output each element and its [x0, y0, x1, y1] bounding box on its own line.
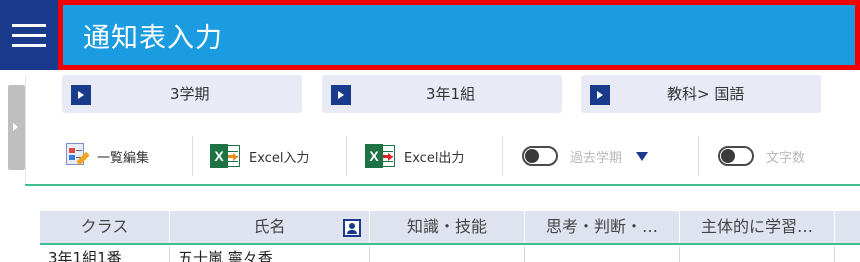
past-term-toggle[interactable]	[522, 146, 558, 166]
term-selector[interactable]: 3学期	[62, 75, 302, 113]
class-selector[interactable]: 3年1組	[322, 75, 562, 113]
excel-import-icon: X	[210, 142, 242, 170]
list-edit-label: 一覧編集	[97, 150, 150, 166]
page-title: 通知表入力	[83, 22, 223, 54]
toolbar-divider	[698, 136, 699, 176]
person-icon[interactable]	[343, 219, 361, 237]
toolbar-divider	[346, 136, 347, 176]
excel-input-label: Excel入力	[249, 150, 310, 166]
toolbar-divider	[502, 136, 503, 176]
play-icon	[71, 85, 91, 105]
app-root: 通知表入力 3学期 3年1組 教科> 国語 一覧編集 X Excel入力 X E…	[0, 0, 860, 262]
hamburger-menu-icon[interactable]	[0, 0, 58, 70]
table-row[interactable]: 3年1組1番 五十嵐 寧々香	[40, 247, 860, 262]
list-edit-icon	[64, 142, 90, 170]
subject-selector[interactable]: 教科> 国語	[581, 75, 821, 113]
sidebar-toggle-handle[interactable]	[8, 85, 25, 170]
char-count-toggle-group: 文字数	[718, 133, 805, 179]
excel-output-label: Excel出力	[404, 150, 465, 166]
header: 通知表入力	[0, 0, 860, 70]
excel-input-button[interactable]: X Excel入力	[210, 133, 309, 179]
past-term-toggle-group: 過去学期	[522, 133, 649, 179]
toolbar-divider	[192, 136, 193, 176]
play-icon	[590, 85, 610, 105]
class-label: 3年1組	[426, 85, 476, 103]
table-header: クラス 氏名 知識・技能 思考・判断・… 主体的に学習…	[40, 211, 860, 245]
toolbar-underline	[25, 184, 860, 186]
term-label: 3学期	[170, 85, 210, 103]
column-header-name-label: 氏名	[253, 217, 286, 236]
cell-thinking[interactable]	[525, 247, 680, 262]
past-term-label: 過去学期	[570, 150, 623, 166]
title-bar: 通知表入力	[58, 0, 860, 70]
char-count-toggle[interactable]	[718, 146, 754, 166]
excel-export-icon: X	[365, 142, 397, 170]
subject-label: 教科> 国語	[667, 85, 745, 103]
column-header-knowledge[interactable]: 知識・技能	[370, 211, 525, 243]
chevron-right-icon	[13, 123, 18, 131]
play-icon	[331, 85, 351, 105]
column-header-class[interactable]: クラス	[40, 211, 170, 243]
list-edit-button[interactable]: 一覧編集	[64, 133, 149, 179]
column-header-attitude[interactable]: 主体的に学習…	[680, 211, 835, 243]
cell-knowledge[interactable]	[370, 247, 525, 262]
dropdown-triangle-icon[interactable]	[636, 151, 649, 161]
cell-attitude[interactable]	[680, 247, 835, 262]
column-header-thinking[interactable]: 思考・判断・…	[525, 211, 680, 243]
cell-name: 五十嵐 寧々香	[170, 247, 370, 262]
excel-output-button[interactable]: X Excel出力	[365, 133, 464, 179]
char-count-label: 文字数	[766, 150, 806, 166]
column-header-name[interactable]: 氏名	[170, 211, 370, 243]
cell-class: 3年1組1番	[40, 247, 170, 262]
